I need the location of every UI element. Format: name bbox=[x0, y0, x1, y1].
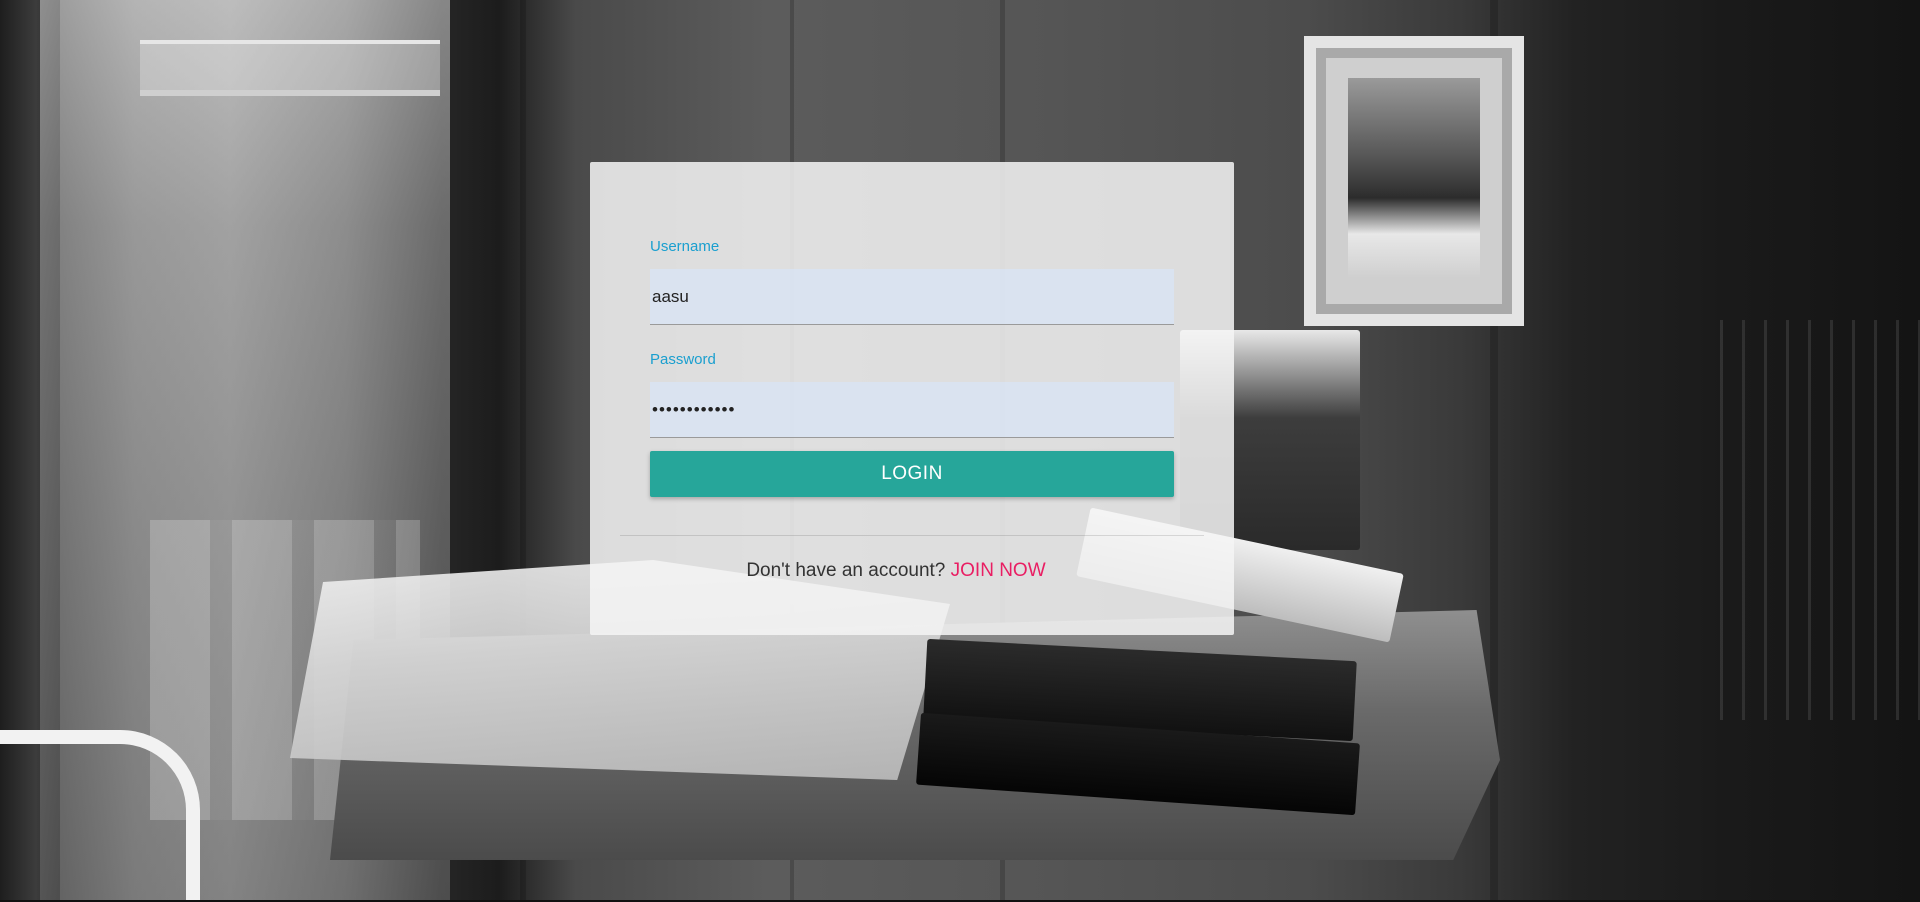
signup-prompt-line: Don't have an account? JOIN NOW bbox=[590, 560, 1202, 582]
background-picture-frame bbox=[1304, 36, 1524, 326]
signup-prompt-text: Don't have an account? bbox=[746, 560, 946, 581]
login-button[interactable]: LOGIN bbox=[650, 451, 1174, 497]
login-card: Username Password LOGIN Don't have an ac… bbox=[590, 162, 1234, 635]
username-label: Username bbox=[650, 238, 720, 255]
background-chair bbox=[0, 730, 200, 902]
password-label: Password bbox=[650, 351, 716, 368]
password-input[interactable] bbox=[650, 382, 1174, 438]
username-input[interactable] bbox=[650, 269, 1174, 325]
divider bbox=[620, 535, 1204, 536]
background-shelf bbox=[140, 40, 440, 96]
background-basket bbox=[1720, 320, 1920, 720]
background-framed-photo bbox=[1348, 78, 1480, 278]
join-now-link[interactable]: JOIN NOW bbox=[951, 560, 1046, 581]
